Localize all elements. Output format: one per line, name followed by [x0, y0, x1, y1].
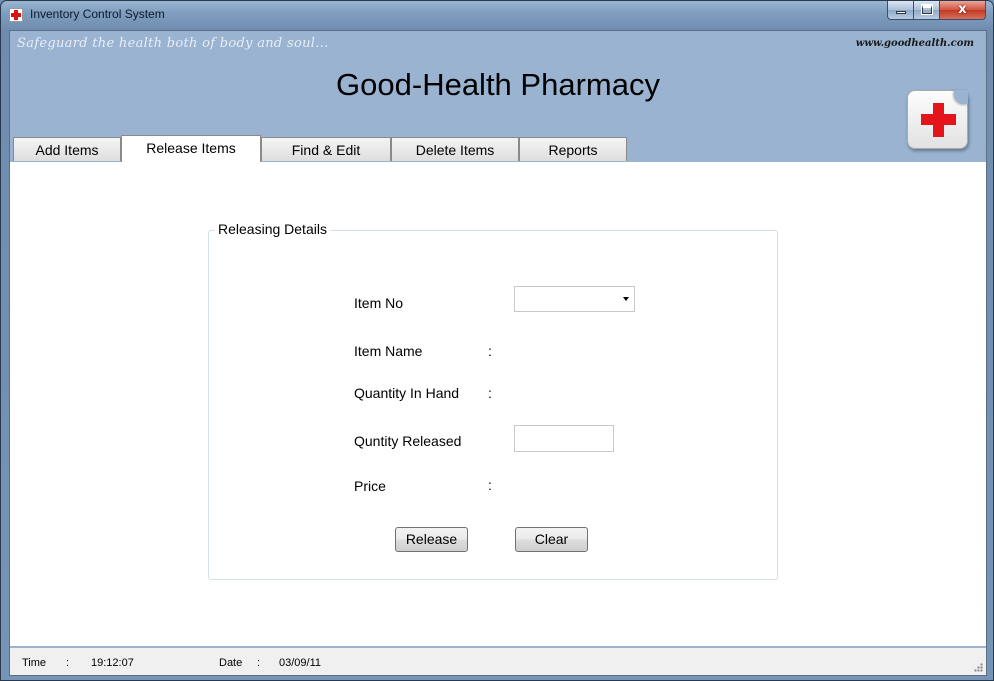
cross-horizontal — [921, 114, 956, 125]
price-colon: : — [488, 477, 492, 493]
minimize-icon — [896, 11, 906, 14]
app-icon[interactable] — [9, 8, 23, 22]
maximize-button[interactable] — [914, 1, 940, 20]
tab-release-items[interactable]: Release Items — [121, 135, 261, 162]
tab-content: Releasing Details Item No Item Name : Qu… — [10, 162, 986, 646]
window-title: Inventory Control System — [30, 7, 165, 21]
close-button[interactable]: x — [940, 1, 986, 20]
website-label: www.goodhealth.com — [855, 38, 974, 49]
red-cross-icon — [907, 90, 968, 149]
minimize-button[interactable] — [887, 1, 914, 20]
tab-add-items[interactable]: Add Items — [13, 137, 121, 161]
time-colon: : — [66, 657, 70, 669]
date-colon: : — [257, 657, 261, 669]
tab-delete-items[interactable]: Delete Items — [391, 137, 519, 161]
window-controls: x — [887, 1, 986, 20]
clear-button[interactable]: Clear — [515, 527, 588, 552]
quantity-released-label: Quntity Released — [354, 433, 462, 449]
releasing-details-group: Releasing Details Item No Item Name : Qu… — [208, 221, 778, 580]
time-value: 19:12:07 — [91, 657, 134, 669]
price-label: Price — [354, 478, 386, 494]
tab-reports[interactable]: Reports — [519, 137, 627, 161]
date-value: 03/09/11 — [279, 657, 322, 669]
item-name-label: Item Name — [354, 343, 423, 359]
tab-find-edit[interactable]: Find & Edit — [261, 137, 391, 161]
date-label: Date — [219, 657, 243, 669]
page-title: Good-Health Pharmacy — [336, 67, 660, 102]
resize-grip-icon[interactable] — [973, 662, 983, 672]
item-no-dropdown[interactable] — [514, 286, 635, 312]
tagline: Safeguard the health both of body and so… — [17, 36, 329, 51]
client-area: Safeguard the health both of body and so… — [9, 30, 987, 676]
group-legend: Releasing Details — [215, 221, 330, 237]
quantity-released-input[interactable] — [514, 425, 614, 452]
chevron-down-icon — [623, 297, 629, 301]
status-bar: Time : 19:12:07 Date : 03/09/11 — [10, 646, 986, 675]
maximize-icon — [921, 4, 933, 15]
item-name-colon: : — [488, 343, 492, 359]
header-banner: Safeguard the health both of body and so… — [10, 31, 986, 162]
app-window: Inventory Control System x Safeguard the… — [0, 0, 994, 681]
quantity-in-hand-label: Quantity In Hand — [354, 385, 460, 401]
close-icon: x — [958, 2, 967, 17]
time-label: Time — [22, 657, 47, 669]
title-bar[interactable]: Inventory Control System x — [1, 1, 993, 30]
quantity-in-hand-colon: : — [488, 385, 492, 401]
item-no-label: Item No — [354, 295, 404, 311]
release-button[interactable]: Release — [395, 527, 468, 552]
